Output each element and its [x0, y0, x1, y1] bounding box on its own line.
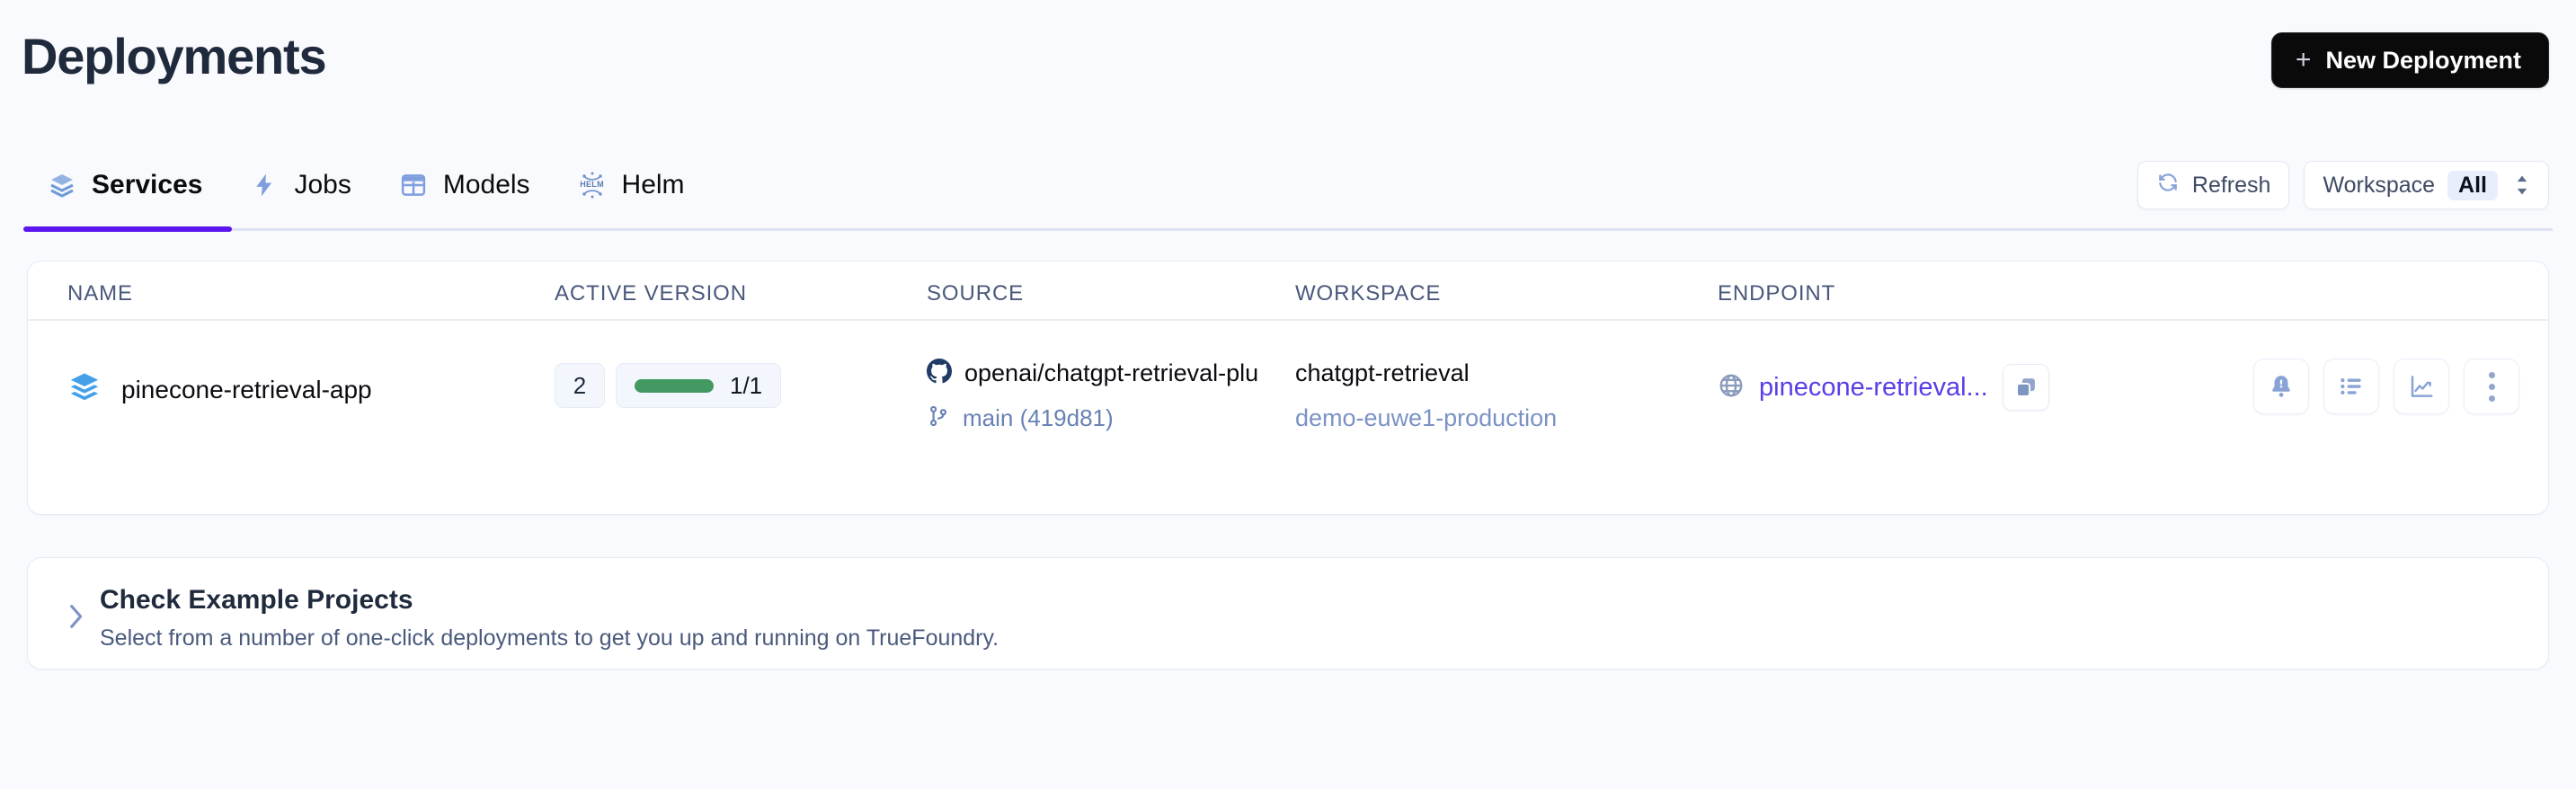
tab-helm-label: Helm	[621, 170, 685, 199]
tab-services-label: Services	[92, 170, 203, 199]
tab-services[interactable]: Services	[23, 157, 226, 213]
chevron-right-icon[interactable]	[64, 601, 87, 636]
metrics-chart-button[interactable]	[2394, 359, 2449, 414]
replica-status-badge[interactable]: 1/1	[616, 363, 782, 408]
workspace-cluster[interactable]: demo-euwe1-production	[1295, 400, 1557, 436]
source-branch-line[interactable]: main (419d81)	[927, 400, 1279, 436]
chevron-updown-icon	[2514, 173, 2530, 197]
tab-jobs[interactable]: Jobs	[226, 157, 374, 213]
example-projects-subtitle: Select from a number of one-click deploy…	[100, 625, 999, 651]
source-branch-name: main (419d81)	[963, 403, 1114, 431]
active-tab-underline	[23, 226, 232, 232]
tab-bar: Services Jobs Models HELM Helm Refresh W…	[0, 157, 2576, 232]
example-projects-card[interactable]: Check Example Projects Select from a num…	[27, 557, 2549, 669]
workspace-label: Workspace	[2323, 172, 2436, 198]
git-branch-icon	[927, 404, 950, 432]
tab-list: Services Jobs Models HELM Helm	[23, 157, 708, 213]
grid-table-icon	[398, 170, 429, 200]
replica-count: 1/1	[730, 371, 763, 399]
copy-endpoint-button[interactable]	[2002, 364, 2049, 411]
row-action-buttons	[2253, 359, 2519, 414]
table-row[interactable]: pinecone-retrieval-app 2 1/1 openai/chat…	[28, 321, 2548, 456]
column-header-workspace: WORKSPACE	[1295, 281, 1442, 306]
more-options-button[interactable]	[2464, 359, 2519, 414]
column-header-source: SOURCE	[927, 281, 1025, 306]
cell-workspace: chatgpt-retrieval demo-euwe1-production	[1295, 355, 1557, 436]
source-repo-line[interactable]: openai/chatgpt-retrieval-plu	[927, 355, 1279, 391]
tab-helm[interactable]: HELM Helm	[554, 157, 708, 213]
tab-controls: Refresh Workspace All	[2136, 161, 2549, 209]
workspace-value: All	[2447, 170, 2498, 200]
github-icon	[927, 358, 952, 388]
example-projects-title: Check Example Projects	[100, 585, 413, 615]
deployments-page: Deployments + New Deployment Services Jo…	[0, 0, 2576, 789]
table-header-row: NAME ACTIVE VERSION SOURCE WORKSPACE END…	[28, 262, 2548, 321]
plus-icon: +	[2295, 45, 2312, 75]
refresh-button[interactable]: Refresh	[2136, 161, 2290, 209]
refresh-icon	[2156, 171, 2180, 200]
workspace-selector[interactable]: Workspace All	[2304, 161, 2549, 209]
workspace-name[interactable]: chatgpt-retrieval	[1295, 355, 1557, 391]
cell-source: openai/chatgpt-retrieval-plu main (419d8…	[927, 355, 1279, 436]
cell-active-version: 2 1/1	[555, 363, 782, 408]
source-repo-name: openai/chatgpt-retrieval-plu	[964, 359, 1259, 386]
helm-logo-text: HELM	[580, 180, 604, 189]
alerts-bell-button[interactable]	[2253, 359, 2309, 414]
helm-icon: HELM	[577, 170, 608, 200]
tabs-divider	[23, 228, 2553, 231]
column-header-active-version: ACTIVE VERSION	[555, 281, 747, 306]
column-header-name: NAME	[67, 281, 133, 306]
service-name-link[interactable]: pinecone-retrieval-app	[121, 376, 372, 404]
layers-icon	[47, 170, 77, 200]
page-title: Deployments	[22, 28, 327, 84]
tab-models[interactable]: Models	[375, 157, 554, 213]
tab-models-label: Models	[442, 170, 530, 199]
endpoint-link[interactable]: pinecone-retrieval...	[1759, 373, 1988, 403]
globe-icon	[1718, 372, 1745, 403]
lightning-bolt-icon	[249, 170, 280, 200]
logs-list-button[interactable]	[2323, 359, 2379, 414]
service-layers-icon	[67, 370, 102, 409]
cell-endpoint: pinecone-retrieval...	[1718, 364, 2049, 411]
replica-progress-bar	[635, 378, 714, 393]
tab-jobs-label: Jobs	[294, 170, 351, 199]
refresh-label: Refresh	[2191, 172, 2271, 198]
version-badge[interactable]: 2	[555, 363, 605, 408]
services-table-card: NAME ACTIVE VERSION SOURCE WORKSPACE END…	[27, 261, 2549, 515]
new-deployment-button[interactable]: + New Deployment	[2270, 32, 2549, 88]
column-header-endpoint: ENDPOINT	[1718, 281, 1836, 306]
new-deployment-label: New Deployment	[2325, 46, 2521, 74]
cell-name: pinecone-retrieval-app	[67, 370, 372, 409]
three-dots-icon	[2488, 371, 2495, 402]
page-header: Deployments + New Deployment	[0, 0, 2576, 135]
